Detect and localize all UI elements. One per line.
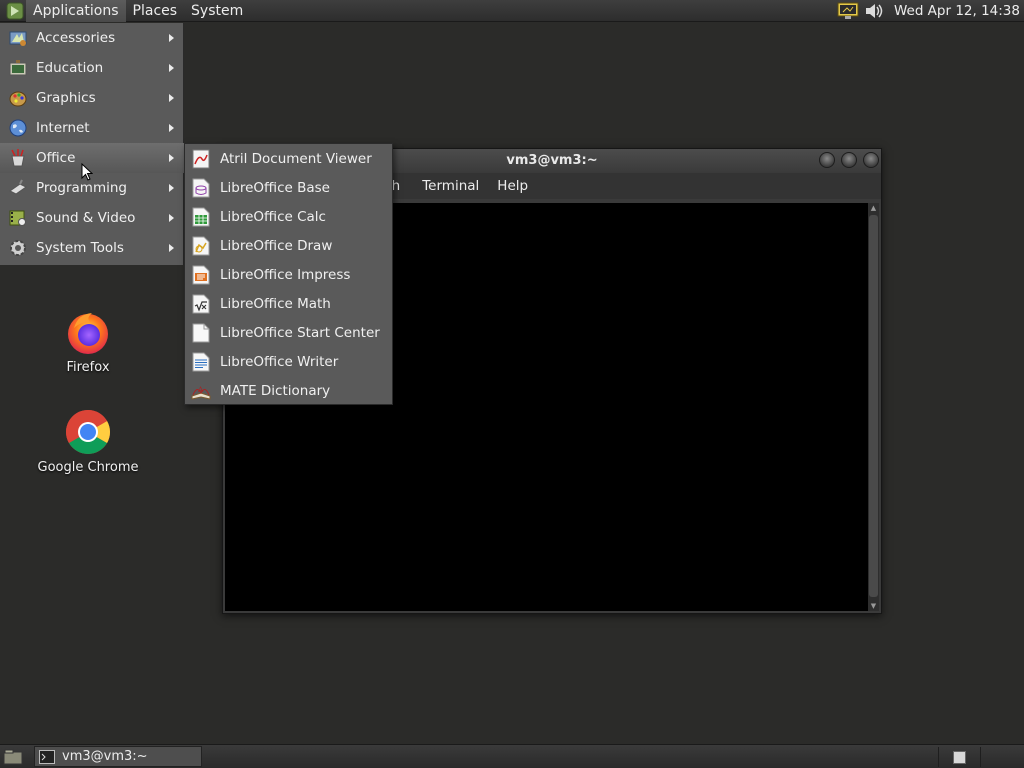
app-menu-label: Internet [36,120,90,136]
taskbar-button-terminal[interactable]: vm3@vm3:~ [34,746,202,767]
internet-globe-icon [7,117,29,139]
programming-icon [7,177,29,199]
applications-menu[interactable]: Applications [26,0,126,22]
office-item-atril[interactable]: Atril Document Viewer [185,144,392,173]
libreoffice-draw-icon [191,235,211,257]
office-submenu: Atril Document Viewer LibreOffice Base L… [184,143,393,405]
office-item-label: LibreOffice Math [220,295,331,312]
volume-speaker-icon[interactable] [862,0,886,22]
submenu-arrow-icon [169,244,174,252]
applications-dropdown: Accessories Education Graphics Internet … [0,23,184,265]
office-item-libreoffice-start-center[interactable]: LibreOffice Start Center [185,318,392,347]
window-controls [813,152,879,168]
app-menu-label: Programming [36,180,127,196]
libreoffice-writer-icon [191,351,211,373]
office-item-libreoffice-calc[interactable]: LibreOffice Calc [185,202,392,231]
education-icon [7,57,29,79]
office-item-label: LibreOffice Writer [220,353,339,370]
top-panel: Applications Places System Wed Apr 12, 1… [0,0,1024,22]
mate-logo-icon[interactable] [4,0,26,22]
desktop-icon-label: Firefox [66,360,110,375]
libreoffice-calc-icon [191,206,211,228]
menu-terminal[interactable]: Terminal [413,178,488,194]
atril-icon [191,148,211,170]
office-item-libreoffice-math[interactable]: LibreOffice Math [185,289,392,318]
workspace-switcher [938,747,1022,767]
submenu-arrow-icon [169,214,174,222]
submenu-arrow-icon [169,154,174,162]
submenu-arrow-icon [169,34,174,42]
office-item-label: LibreOffice Impress [220,266,351,283]
workspace-2[interactable] [980,747,1022,767]
app-menu-label: Graphics [36,90,96,106]
office-item-libreoffice-writer[interactable]: LibreOffice Writer [185,347,392,376]
system-tray: Wed Apr 12, 14:38 [836,0,1024,22]
menu-help[interactable]: Help [488,178,537,194]
app-menu-item-system-tools[interactable]: System Tools [0,233,184,263]
office-item-label: LibreOffice Draw [220,237,333,254]
mouse-pointer-icon [81,162,94,185]
office-item-label: LibreOffice Calc [220,208,326,225]
scroll-down-arrow-icon[interactable]: ▼ [868,601,879,611]
maximize-button[interactable] [841,152,857,168]
office-icon [7,147,29,169]
app-menu-label: Education [36,60,104,76]
accessories-icon [7,27,29,49]
submenu-arrow-icon [169,124,174,132]
app-menu-label: Office [36,150,76,166]
submenu-arrow-icon [169,94,174,102]
places-menu[interactable]: Places [126,0,185,22]
office-item-label: Atril Document Viewer [220,150,372,167]
workspace-1[interactable] [938,747,980,767]
office-item-libreoffice-draw[interactable]: LibreOffice Draw [185,231,392,260]
office-item-libreoffice-impress[interactable]: LibreOffice Impress [185,260,392,289]
office-item-label: MATE Dictionary [220,382,331,399]
desktop-icon-google-chrome[interactable]: Google Chrome [33,406,143,475]
minimize-button[interactable] [819,152,835,168]
libreoffice-base-icon [191,177,211,199]
submenu-arrow-icon [169,184,174,192]
app-menu-item-graphics[interactable]: Graphics [0,83,184,113]
office-item-mate-dictionary[interactable]: A MATE Dictionary [185,376,392,405]
office-item-libreoffice-base[interactable]: LibreOffice Base [185,173,392,202]
close-button[interactable] [863,152,879,168]
desktop-icon-firefox[interactable]: Firefox [33,306,143,375]
show-desktop-button[interactable] [2,747,24,767]
app-menu-label: Sound & Video [36,210,136,226]
libreoffice-start-center-icon [191,322,211,344]
svg-text:A: A [197,386,204,394]
desktop-icon-label: Google Chrome [37,460,139,475]
chrome-icon [62,406,114,458]
office-item-label: LibreOffice Base [220,179,330,196]
libreoffice-impress-icon [191,264,211,286]
submenu-arrow-icon [169,64,174,72]
app-menu-label: System Tools [36,240,124,256]
sound-video-icon [7,207,29,229]
system-menu[interactable]: System [184,0,250,22]
graphics-icon [7,87,29,109]
scrollbar-thumb[interactable] [869,215,878,597]
app-menu-label: Accessories [36,30,116,46]
scroll-up-arrow-icon[interactable]: ▲ [868,203,879,213]
main-menubar: Applications Places System [0,0,250,22]
libreoffice-math-icon [191,293,211,315]
app-menu-item-internet[interactable]: Internet [0,113,184,143]
firefox-icon [62,306,114,358]
vertical-scrollbar[interactable]: ▲ ▼ [868,203,879,611]
bottom-panel: vm3@vm3:~ [0,744,1024,768]
system-tools-gear-icon [7,237,29,259]
app-menu-item-education[interactable]: Education [0,53,184,83]
workspace-window-thumbnail [953,750,966,764]
taskbar-button-label: vm3@vm3:~ [62,749,148,764]
display-monitor-icon[interactable] [836,0,860,22]
terminal-icon [39,749,55,764]
app-menu-item-accessories[interactable]: Accessories [0,23,184,53]
dictionary-icon: A [191,380,211,402]
clock[interactable]: Wed Apr 12, 14:38 [888,3,1024,19]
office-item-label: LibreOffice Start Center [220,324,380,341]
app-menu-item-sound-video[interactable]: Sound & Video [0,203,184,233]
